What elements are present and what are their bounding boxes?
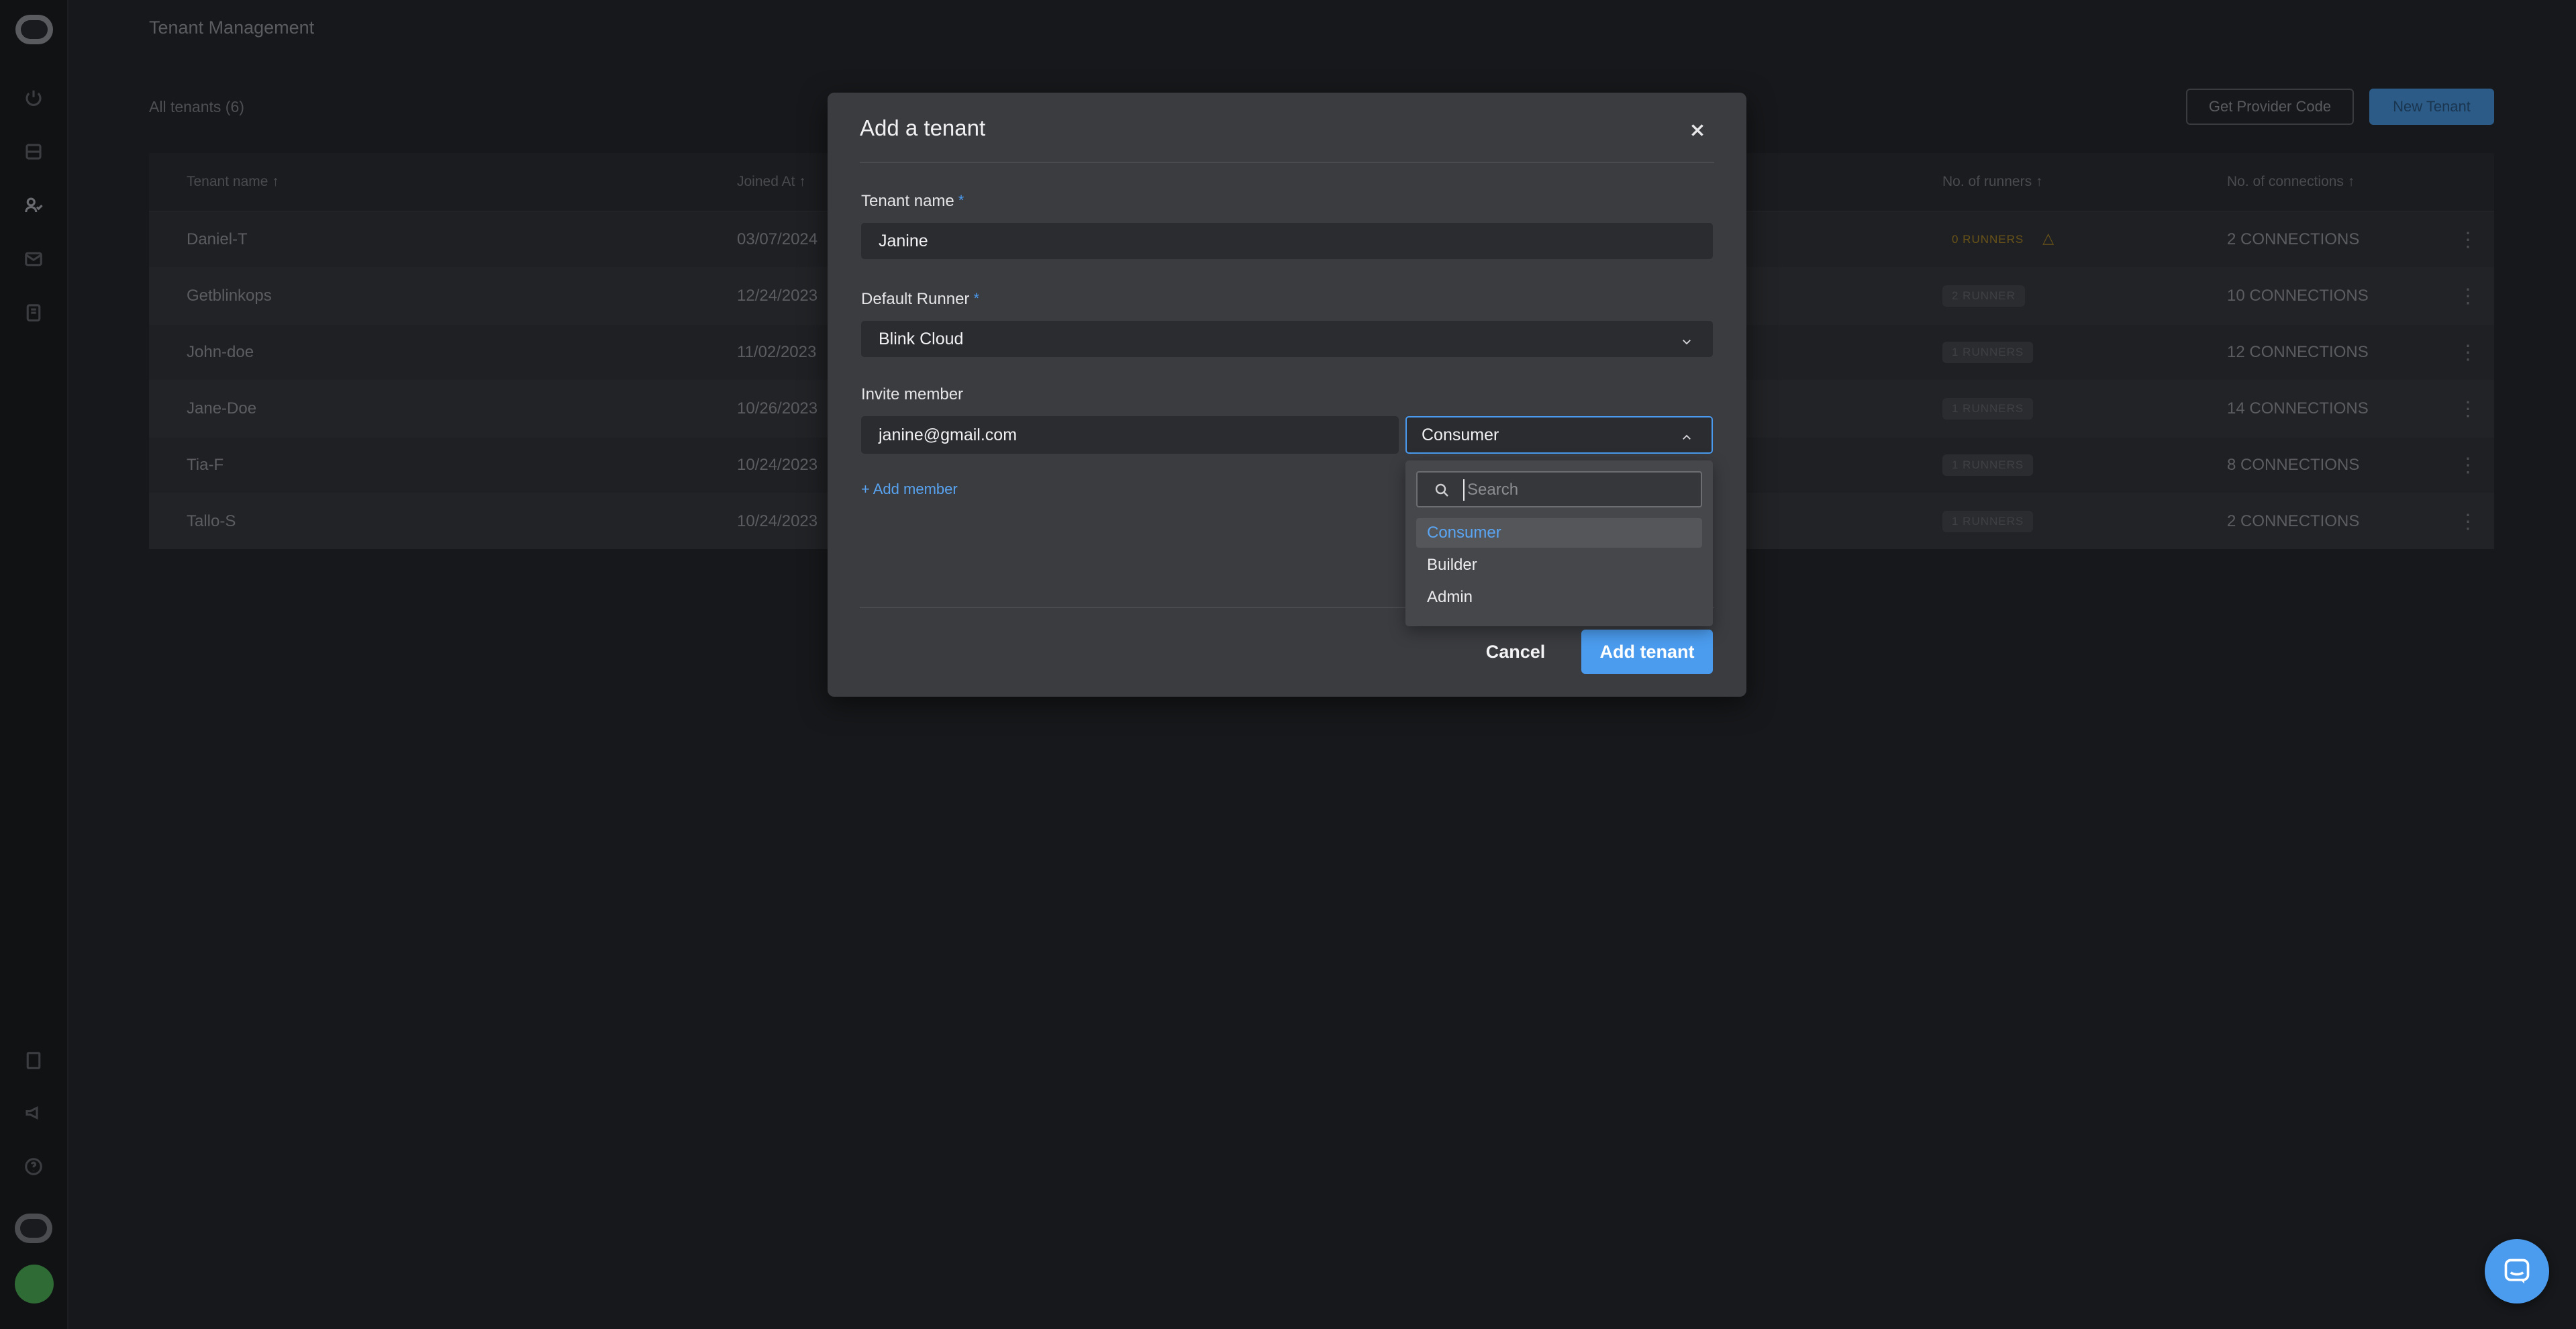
role-option-builder[interactable]: Builder bbox=[1416, 550, 1702, 580]
default-runner-label: Default Runner * bbox=[861, 290, 979, 308]
book-icon[interactable] bbox=[23, 1050, 44, 1071]
connections-cell: 2 CONNECTIONS bbox=[2227, 512, 2360, 530]
role-option-admin[interactable]: Admin bbox=[1416, 583, 1702, 612]
header-tenant-name[interactable]: Tenant name ↑ bbox=[187, 174, 279, 190]
runners-cell: 2 RUNNER bbox=[1942, 285, 2025, 307]
header-connections[interactable]: No. of connections ↑ bbox=[2227, 174, 2355, 190]
new-tenant-button[interactable]: New Tenant bbox=[2369, 89, 2494, 125]
tenant-name-field[interactable]: Janine bbox=[861, 223, 1713, 259]
header-joined-at[interactable]: Joined At ↑ bbox=[737, 174, 806, 190]
row-menu-icon[interactable]: ⋮ bbox=[2458, 397, 2478, 421]
role-option-consumer[interactable]: Consumer bbox=[1416, 518, 1702, 548]
tenant-name-cell: Daniel-T bbox=[187, 230, 248, 248]
default-runner-select[interactable]: Blink Cloud bbox=[861, 321, 1713, 357]
runners-badge: 1 RUNNERS bbox=[1942, 454, 2034, 476]
modal-header-divider bbox=[860, 162, 1714, 163]
runners-badge: 1 RUNNERS bbox=[1942, 511, 2034, 532]
tenant-name-label: Tenant name * bbox=[861, 192, 964, 210]
joined-date-cell: 03/07/2024 bbox=[737, 230, 818, 248]
megaphone-icon[interactable] bbox=[23, 1102, 44, 1124]
joined-date-cell: 10/24/2023 bbox=[737, 512, 818, 530]
runners-badge: 1 RUNNERS bbox=[1942, 398, 2034, 420]
sidebar bbox=[0, 0, 68, 1329]
joined-date-cell: 12/24/2023 bbox=[737, 287, 818, 305]
mail-icon[interactable] bbox=[23, 248, 44, 270]
email-field[interactable]: janine@gmail.com bbox=[861, 416, 1399, 454]
joined-date-cell: 10/24/2023 bbox=[737, 456, 818, 474]
default-runner-value: Blink Cloud bbox=[879, 329, 964, 348]
runners-cell: 1 RUNNERS bbox=[1942, 511, 2034, 532]
connections-cell: 2 CONNECTIONS bbox=[2227, 230, 2360, 248]
tenant-count: All tenants (6) bbox=[149, 98, 244, 115]
runners-badge: 0 RUNNERS bbox=[1952, 233, 2024, 246]
tenant-name-cell: Tia-F bbox=[187, 456, 224, 474]
connections-cell: 10 CONNECTIONS bbox=[2227, 287, 2369, 305]
runners-cell: 1 RUNNERS bbox=[1942, 342, 2034, 363]
row-menu-icon[interactable]: ⋮ bbox=[2458, 454, 2478, 477]
chevron-down-icon bbox=[1681, 333, 1693, 345]
email-value: janine@gmail.com bbox=[879, 425, 1018, 444]
row-menu-icon[interactable]: ⋮ bbox=[2458, 510, 2478, 534]
power-icon[interactable] bbox=[23, 87, 44, 109]
help-icon[interactable] bbox=[23, 1156, 44, 1177]
joined-date-cell: 11/02/2023 bbox=[737, 343, 817, 361]
avatar[interactable] bbox=[15, 1265, 54, 1303]
connections-cell: 8 CONNECTIONS bbox=[2227, 456, 2360, 474]
row-menu-icon[interactable]: ⋮ bbox=[2458, 285, 2478, 308]
dropdown-search bbox=[1416, 471, 1702, 507]
app-logo[interactable] bbox=[15, 15, 53, 44]
role-dropdown-menu: Consumer Builder Admin bbox=[1405, 460, 1713, 626]
dropdown-search-input[interactable] bbox=[1463, 479, 1691, 501]
app: Tenant Management All tenants (6) Get Pr… bbox=[0, 0, 2576, 1329]
row-menu-icon[interactable]: ⋮ bbox=[2458, 228, 2478, 252]
joined-date-cell: 10/26/2023 bbox=[737, 399, 818, 417]
connections-cell: 12 CONNECTIONS bbox=[2227, 343, 2369, 361]
runners-cell: 1 RUNNERS bbox=[1942, 454, 2034, 476]
connections-cell: 14 CONNECTIONS bbox=[2227, 399, 2369, 417]
users-icon[interactable] bbox=[23, 195, 44, 216]
tenant-name-value: Janine bbox=[879, 231, 928, 250]
tenant-name-cell: John-doe bbox=[187, 343, 254, 361]
get-provider-code-button[interactable]: Get Provider Code bbox=[2186, 89, 2354, 125]
search-icon bbox=[1435, 483, 1448, 497]
row-menu-icon[interactable]: ⋮ bbox=[2458, 341, 2478, 364]
invite-member-label: Invite member bbox=[861, 385, 964, 403]
header-runners[interactable]: No. of runners ↑ bbox=[1942, 174, 2042, 190]
warning-icon: △ bbox=[2042, 230, 2054, 246]
tenant-name-cell: Tallo-S bbox=[187, 512, 236, 530]
role-select[interactable]: Consumer bbox=[1405, 416, 1713, 454]
runners-cell: 1 RUNNERS bbox=[1942, 398, 2034, 420]
runners-badge: 2 RUNNER bbox=[1942, 285, 2025, 307]
chat-icon[interactable] bbox=[2485, 1239, 2549, 1303]
close-icon[interactable] bbox=[1683, 115, 1712, 145]
page-title: Tenant Management bbox=[149, 17, 315, 38]
runners-cell: 0 RUNNERS △ bbox=[1942, 229, 2054, 250]
runners-badge: 1 RUNNERS bbox=[1942, 342, 2034, 363]
add-member-link[interactable]: + Add member bbox=[861, 481, 958, 498]
document-icon[interactable] bbox=[23, 302, 44, 324]
modal-title: Add a tenant bbox=[860, 115, 986, 140]
grid-icon[interactable] bbox=[23, 141, 44, 162]
add-tenant-button[interactable]: Add tenant bbox=[1581, 630, 1713, 674]
workspace-logo[interactable] bbox=[15, 1214, 52, 1243]
tenant-name-cell: Jane-Doe bbox=[187, 399, 257, 417]
tenant-name-cell: Getblinkops bbox=[187, 287, 272, 305]
chevron-up-icon bbox=[1681, 429, 1693, 441]
add-tenant-modal: Add a tenant Tenant name * Janine Default… bbox=[828, 93, 1746, 697]
role-value: Consumer bbox=[1422, 425, 1499, 444]
cancel-button[interactable]: Cancel bbox=[1475, 630, 1556, 674]
